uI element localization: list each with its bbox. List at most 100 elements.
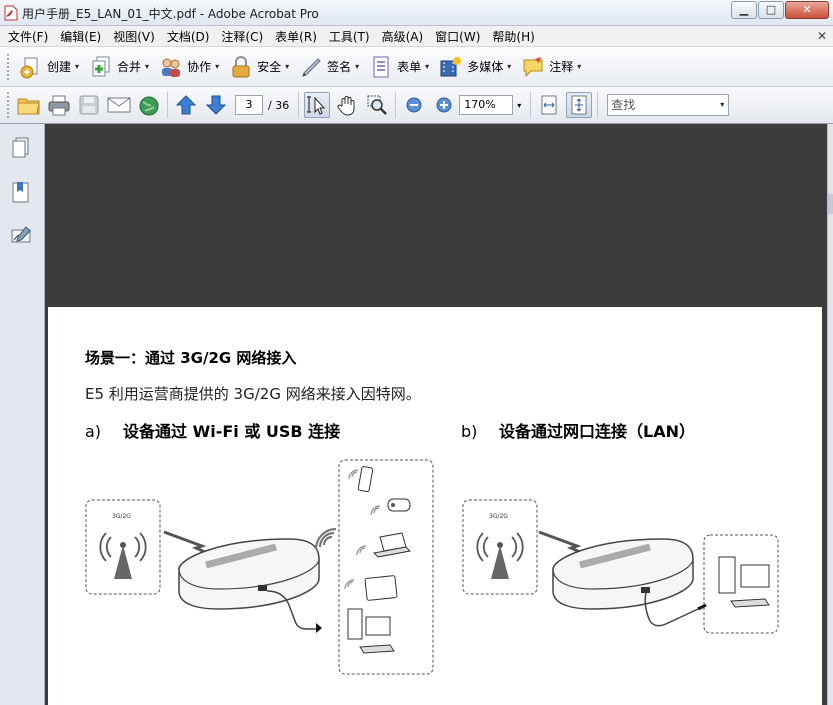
vertical-scrollbar[interactable] — [827, 124, 833, 705]
menu-view[interactable]: 视图(V) — [109, 28, 159, 45]
create-button[interactable]: 创建 ▾ — [14, 52, 84, 82]
save-button[interactable] — [76, 92, 102, 118]
zoom-in-button[interactable] — [431, 92, 457, 118]
network-label: 3G/2G — [489, 513, 508, 520]
pdf-file-icon — [4, 5, 18, 21]
network-label: 3G/2G — [112, 513, 131, 520]
combine-button[interactable]: 合并 ▾ — [84, 52, 154, 82]
menu-window[interactable]: 窗口(W) — [431, 28, 484, 45]
zoom-in-icon — [436, 97, 452, 113]
sign-label: 签名 — [327, 60, 352, 74]
minimize-button[interactable]: ▁ — [731, 1, 757, 19]
diagram-lan: 3G/2G — [462, 499, 779, 634]
title-bar: 用户手册_E5_LAN_01_中文.pdf - Adobe Acrobat Pr… — [0, 0, 833, 26]
menu-help[interactable]: 帮助(H) — [488, 28, 538, 45]
fit-width-button[interactable] — [536, 92, 562, 118]
folder-icon — [17, 98, 40, 115]
menu-comments[interactable]: 注释(C) — [217, 28, 267, 45]
toolbar-grip[interactable] — [6, 91, 10, 119]
zoom-level-input[interactable]: 170% — [459, 95, 514, 115]
fit-page-button[interactable] — [566, 92, 593, 118]
multimedia-icon — [440, 56, 462, 76]
minimize-icon: ▁ — [739, 3, 749, 16]
document-viewport[interactable]: 场景一：通过 3G/2G 网络接入 E5 利用运营商提供的 3G/2G 网络来接… — [45, 124, 833, 705]
pages-panel-icon[interactable] — [10, 136, 32, 160]
print-button[interactable] — [46, 92, 72, 118]
hand-icon — [337, 96, 355, 116]
scenario-b-marker: b) — [461, 422, 478, 441]
menu-forms[interactable]: 表单(R) — [271, 28, 321, 45]
next-page-button[interactable] — [203, 92, 229, 118]
window-title: 用户手册_E5_LAN_01_中文.pdf - Adobe Acrobat Pr… — [22, 7, 319, 21]
zoom-tool-button[interactable] — [364, 92, 390, 118]
chevron-down-icon: ▾ — [355, 62, 360, 71]
menu-advanced[interactable]: 高级(A) — [378, 28, 428, 45]
collaborate-button[interactable]: 协作 ▾ — [154, 52, 224, 82]
diagram-wifi-usb: 3G/2G — [85, 459, 434, 675]
bookmarks-panel-icon[interactable] — [10, 180, 32, 204]
maximize-button[interactable]: □ — [758, 1, 784, 19]
devices-box — [338, 459, 434, 675]
scenario-b-text: 设备通过网口连接（LAN） — [499, 422, 695, 441]
forms-label: 表单 — [397, 60, 422, 74]
arrow-down-icon — [205, 95, 227, 115]
toolbar-grip[interactable] — [6, 52, 10, 81]
page-number-input[interactable]: 3 — [235, 95, 263, 115]
fit-width-icon — [541, 95, 557, 115]
comment-icon — [523, 56, 543, 77]
task-toolbar: 创建 ▾ 合并 ▾ 协作 ▾ 安全 ▾ 签名 ▾ 表单 ▾ 多媒体 ▾ 注释 ▾ — [0, 47, 833, 87]
signatures-panel-icon[interactable] — [10, 224, 32, 248]
chevron-down-icon: ▾ — [75, 62, 80, 71]
arrow-right-icon — [316, 623, 322, 633]
toolbar-separator — [530, 92, 532, 118]
previous-page-button[interactable] — [173, 92, 199, 118]
zoom-dropdown-icon[interactable]: ▾ — [517, 101, 521, 110]
email-button[interactable] — [106, 92, 132, 118]
security-label: 安全 — [257, 60, 282, 74]
select-tool-button[interactable] — [304, 92, 331, 118]
pdf-page: 场景一：通过 3G/2G 网络接入 E5 利用运营商提供的 3G/2G 网络来接… — [48, 307, 822, 705]
zoom-out-button[interactable] — [401, 92, 427, 118]
toolbar-separator — [395, 92, 397, 118]
share-button[interactable] — [136, 92, 162, 118]
scrollbar-thumb[interactable] — [828, 194, 833, 214]
security-button[interactable]: 安全 ▾ — [224, 52, 294, 82]
cell-tower-icon — [99, 532, 147, 579]
search-input[interactable]: 查找 ▾ — [607, 94, 730, 116]
forms-button[interactable]: 表单 ▾ — [364, 52, 434, 82]
laptop-icon — [372, 532, 412, 558]
menu-document[interactable]: 文档(D) — [163, 28, 214, 45]
toolbar-separator — [597, 92, 599, 118]
multimedia-label: 多媒体 — [467, 60, 504, 74]
scenario-a-text: 设备通过 Wi-Fi 或 USB 连接 — [123, 422, 341, 441]
chevron-down-icon: ▾ — [425, 62, 430, 71]
zoom-out-icon — [406, 97, 422, 113]
open-button[interactable] — [16, 92, 42, 118]
chevron-down-icon: ▾ — [215, 62, 220, 71]
menu-edit[interactable]: 编辑(E) — [56, 28, 105, 45]
globe-icon — [139, 96, 159, 116]
sign-button[interactable]: 签名 ▾ — [294, 52, 364, 82]
close-button[interactable]: ✕ — [785, 1, 829, 19]
menu-file[interactable]: 文件(F) — [4, 28, 52, 45]
comment-button[interactable]: 注释 ▾ — [516, 52, 586, 82]
search-dropdown-icon[interactable]: ▾ — [720, 95, 724, 115]
desktop-computer-icon — [718, 556, 770, 608]
cable-plug-icon — [697, 603, 707, 611]
menu-bar: 文件(F) 编辑(E) 视图(V) 文档(D) 注释(C) 表单(R) 工具(T… — [0, 26, 833, 47]
multimedia-button[interactable]: 多媒体 ▾ — [434, 52, 516, 82]
chevron-down-icon: ▾ — [285, 62, 290, 71]
desktop-computer-icon — [347, 608, 395, 654]
scenario-a-marker: a) — [85, 422, 102, 441]
chevron-down-icon: ▾ — [507, 62, 512, 71]
comment-label: 注释 — [549, 60, 574, 74]
create-label: 创建 — [47, 60, 72, 74]
page-total: / 36 — [268, 98, 290, 112]
menu-tools[interactable]: 工具(T) — [325, 28, 374, 45]
scenario-a-heading: a) 设备通过 Wi-Fi 或 USB 连接 — [85, 418, 340, 442]
form-icon — [373, 56, 389, 77]
hand-tool-button[interactable] — [334, 92, 360, 118]
close-document-icon[interactable]: ✕ — [817, 29, 827, 43]
wifi-signal-icon — [314, 527, 337, 550]
save-disk-icon — [79, 95, 99, 115]
